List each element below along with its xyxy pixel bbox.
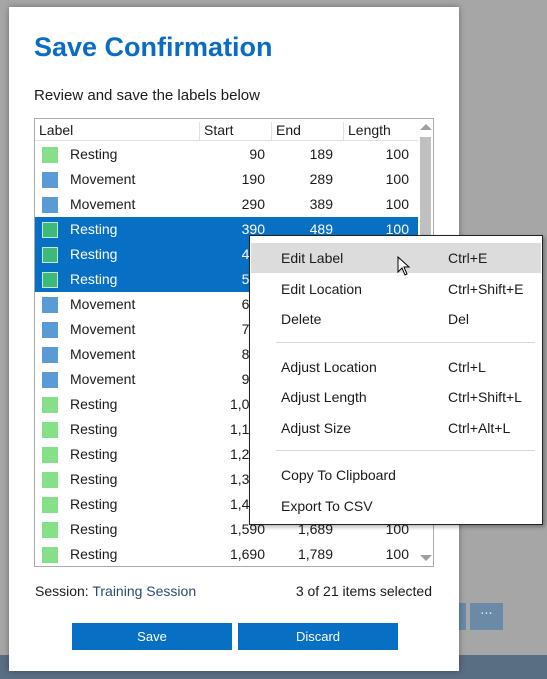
menu-item-shortcut: Ctrl+L [448,358,486,375]
session-info: Session: Training Session [35,583,196,599]
cell-label: Resting [70,471,118,487]
label-color-swatch [42,547,58,563]
cell-label: Movement [70,296,136,312]
cell-label: Resting [70,446,118,462]
cell-label: Resting [70,421,118,437]
label-color-swatch [42,397,58,413]
menu-item-label: Export To CSV [281,497,373,514]
label-color-swatch [42,422,58,438]
label-color-swatch [42,372,58,388]
cell-label: Resting [70,221,118,237]
dialog-subtitle: Review and save the labels below [34,87,260,104]
cell-label: Resting [70,396,118,412]
discard-button[interactable]: Discard [238,623,398,650]
table-row[interactable]: Resting 90 189 100 [35,142,419,167]
background-more-button: ··· [470,603,503,630]
menu-item-label: Edit Location [281,280,362,297]
cell-end: 389 [309,196,333,212]
label-color-swatch [42,197,58,213]
menu-item-delete[interactable]: Delete Del [251,304,541,334]
menu-item-adjust-size[interactable]: Adjust Size Ctrl+Alt+L [251,413,541,443]
cell-label: Movement [70,321,136,337]
column-header-start[interactable]: Start [200,122,272,141]
cell-end: 189 [309,146,333,162]
mouse-pointer-icon [397,256,411,276]
label-color-swatch [42,147,58,163]
menu-item-adjust-location[interactable]: Adjust Location Ctrl+L [251,352,541,382]
table-row[interactable]: Movement 190 289 100 [35,167,419,192]
column-header-label[interactable]: Label [35,122,200,141]
cell-label: Movement [70,371,136,387]
menu-item-label: Adjust Length [281,389,367,405]
menu-item-label: Delete [281,311,322,327]
menu-separator [276,450,535,451]
table-row[interactable]: Resting 1,690 1,789 100 [35,542,419,566]
cell-length: 100 [385,546,409,562]
menu-separator [276,341,535,343]
scroll-down-arrow-icon[interactable] [420,555,432,561]
label-color-swatch [42,447,58,463]
menu-item-shortcut: Ctrl+Shift+L [448,389,522,405]
session-label: Session: [35,583,89,599]
table-header: Label Start End Length [35,121,419,141]
menu-item-label: Adjust Location [281,358,377,375]
column-header-length[interactable]: Length [344,122,419,141]
cell-length: 100 [385,146,409,162]
label-color-swatch [42,172,58,188]
label-color-swatch [42,247,58,263]
cell-label: Resting [70,146,118,162]
cell-label: Movement [70,346,136,362]
cell-label: Resting [70,246,118,262]
menu-item-shortcut: Ctrl+E [448,250,488,266]
label-color-swatch [42,322,58,338]
menu-item-label: Edit Label [281,250,344,266]
label-color-swatch [42,272,58,288]
label-color-swatch [42,497,58,513]
label-color-swatch [42,222,58,238]
label-color-swatch [42,297,58,313]
menu-item-shortcut: Ctrl+Shift+E [448,280,524,297]
menu-item-adjust-length[interactable]: Adjust Length Ctrl+Shift+L [251,382,541,412]
cell-start: 1,690 [229,546,265,562]
cell-length: 100 [385,196,409,212]
cell-end: 289 [309,171,333,187]
menu-item-copy-to-clipboard[interactable]: Copy To Clipboard [251,460,541,490]
selection-status: 3 of 21 items selected [295,583,432,599]
cell-label: Resting [70,521,118,537]
menu-item-label: Adjust Size [281,419,352,436]
cell-label: Resting [70,546,118,562]
dialog-title: Save Confirmation [34,32,273,62]
cell-length: 100 [385,171,409,187]
context-menu: Edit Label Ctrl+E Edit Location Ctrl+Shift+… [249,235,543,525]
cell-end: 1,789 [297,546,333,562]
save-button[interactable]: Save [72,623,232,650]
cell-label: Resting [70,271,118,287]
menu-item-export-to-csv[interactable]: Export To CSV [251,491,541,521]
scroll-up-arrow-icon[interactable] [420,124,432,130]
session-name: Training Session [92,583,197,599]
cell-start: 190 [241,171,265,187]
cell-label: Resting [70,496,118,512]
menu-item-edit-location[interactable]: Edit Location Ctrl+Shift+E [251,274,541,304]
menu-item-label: Copy To Clipboard [281,467,396,483]
cell-start: 90 [249,146,265,162]
cell-start: 290 [241,196,265,212]
menu-item-edit-label[interactable]: Edit Label Ctrl+E [251,243,541,273]
column-header-end[interactable]: End [272,122,344,141]
label-color-swatch [42,347,58,363]
table-row[interactable]: Movement 290 389 100 [35,192,419,217]
menu-item-shortcut: Ctrl+Alt+L [448,419,511,436]
label-color-swatch [42,472,58,488]
menu-item-shortcut: Del [448,311,470,327]
cell-label: Movement [70,171,136,187]
cell-label: Movement [70,196,136,212]
label-color-swatch [42,522,58,538]
